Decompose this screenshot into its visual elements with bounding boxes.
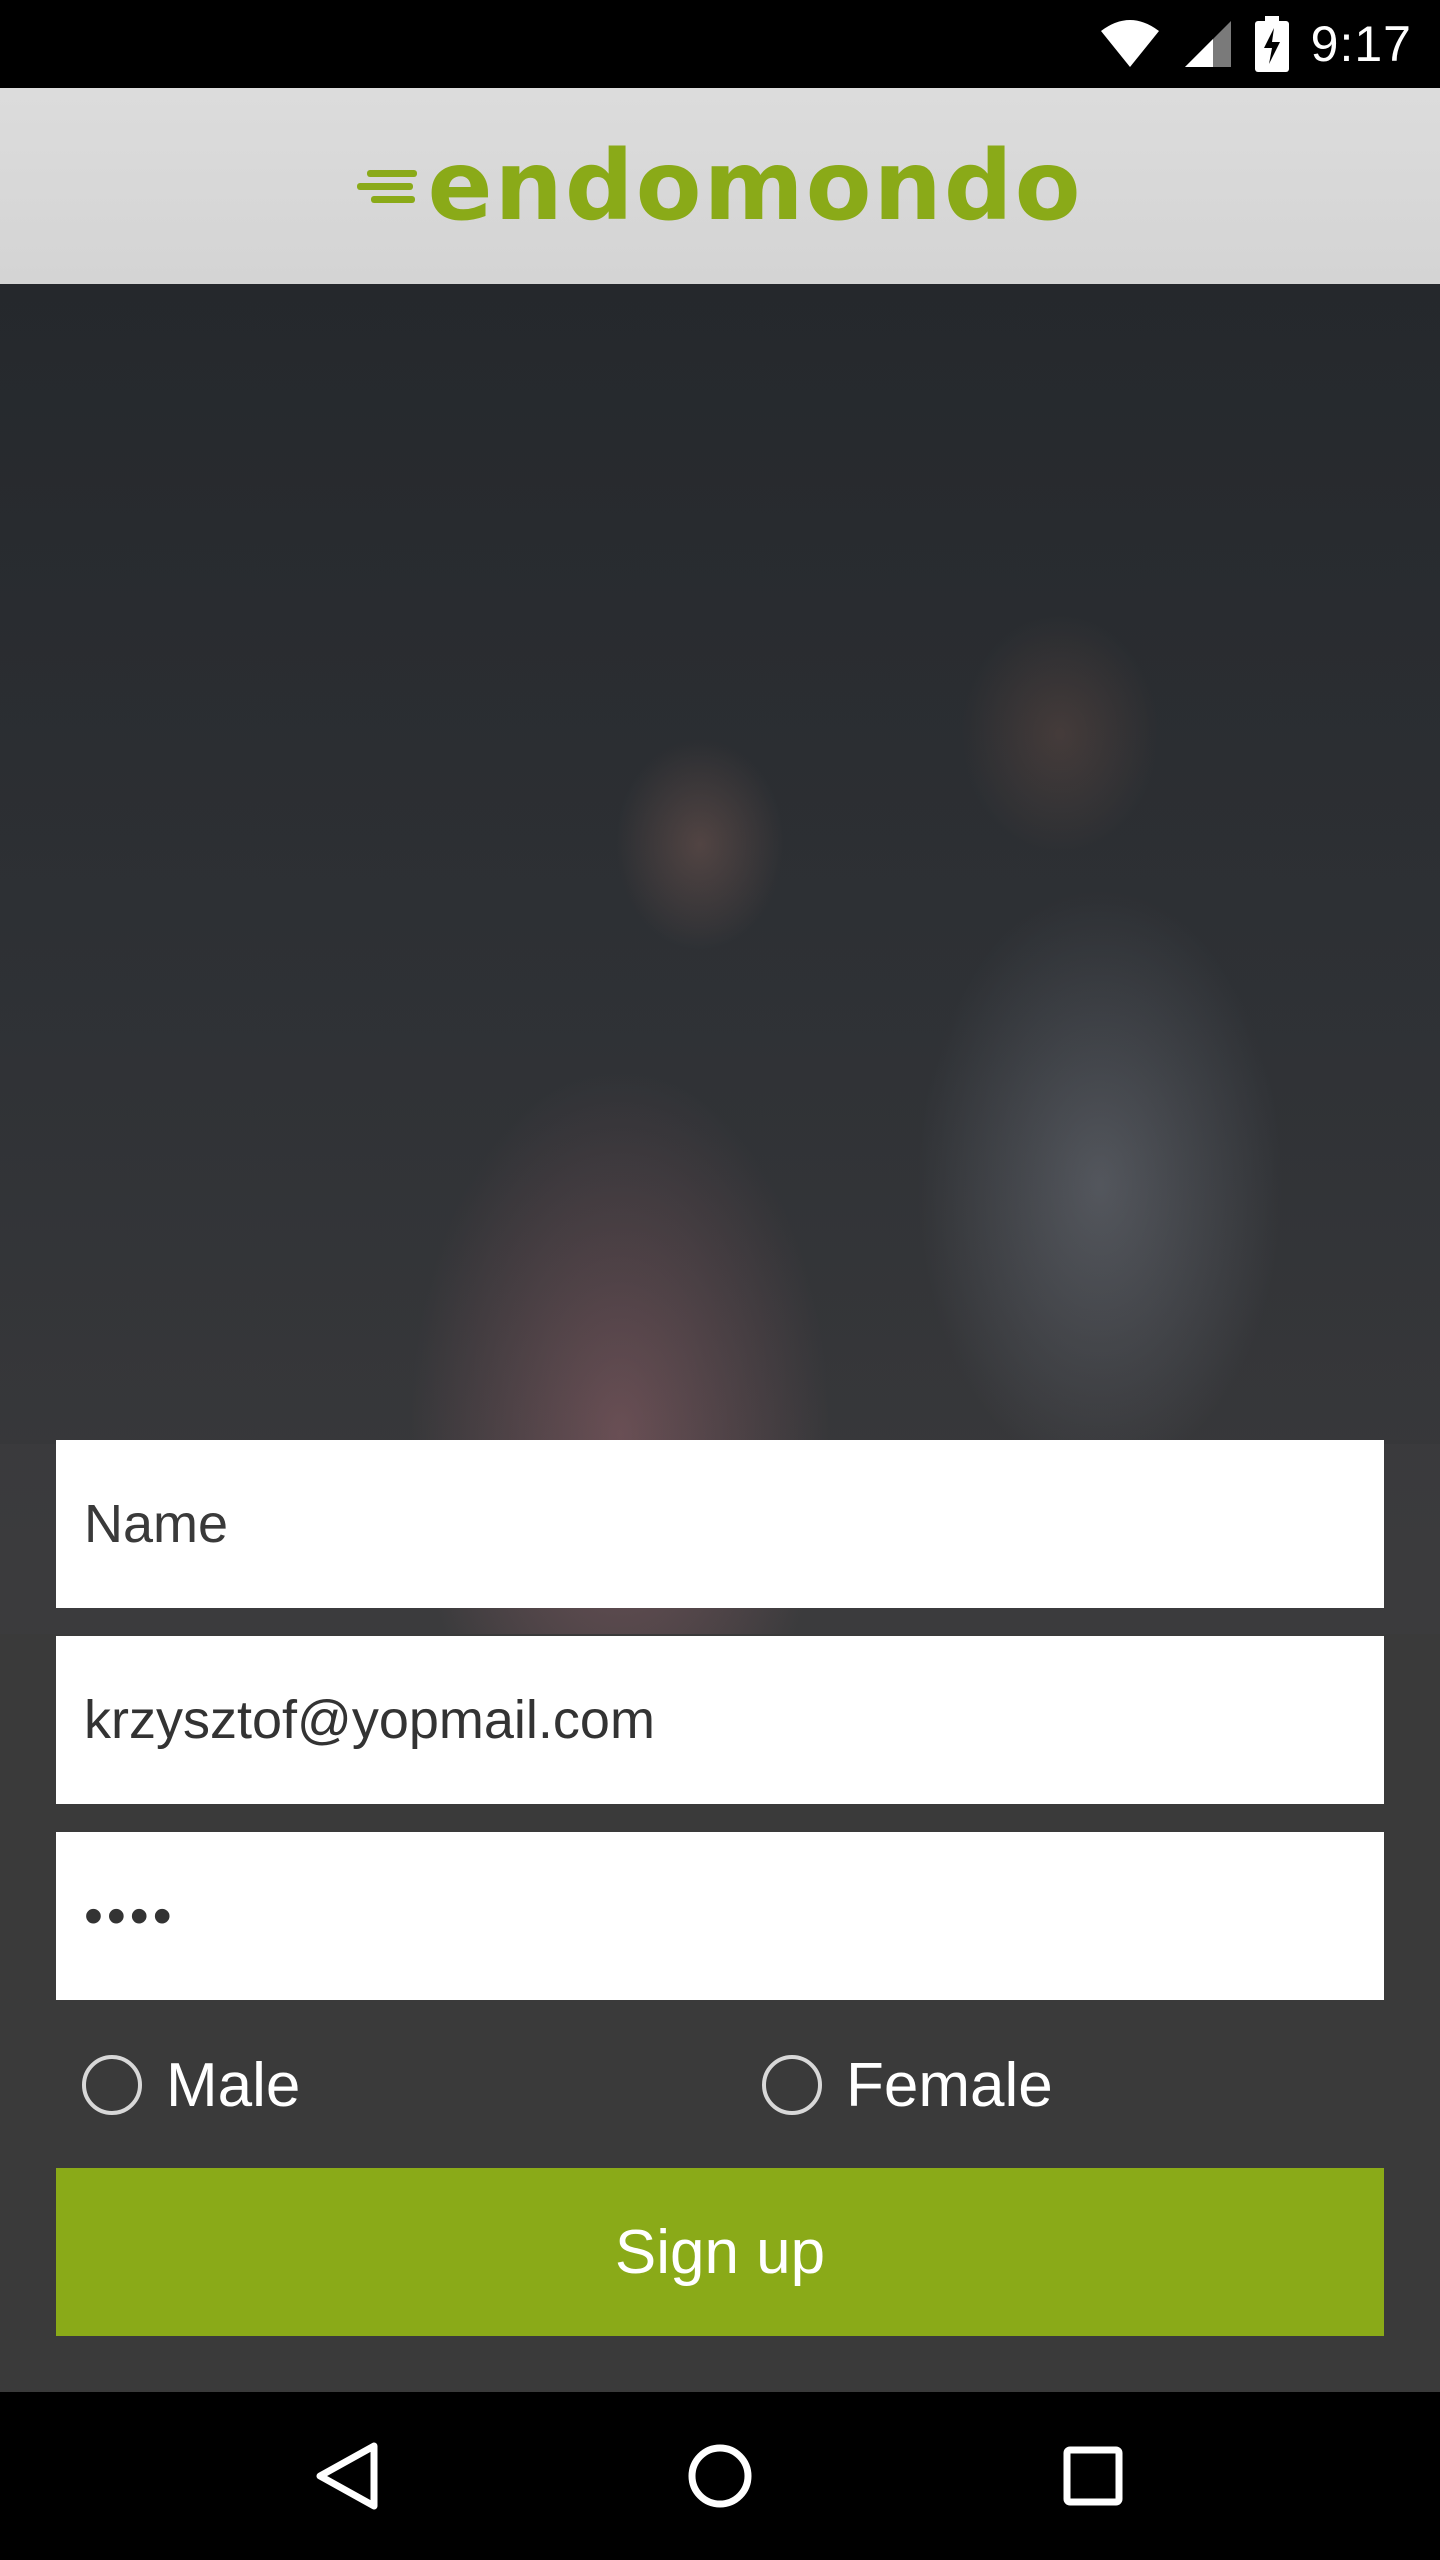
- radio-male-label: Male: [166, 2050, 301, 2120]
- home-button[interactable]: [660, 2416, 780, 2536]
- radio-female-label: Female: [846, 2050, 1053, 2120]
- wifi-icon: [1100, 20, 1159, 67]
- radio-male-circle[interactable]: [82, 2055, 142, 2115]
- hero-shade: [0, 284, 1440, 1444]
- name-placeholder: Name: [84, 1494, 229, 1554]
- radio-male[interactable]: Male: [56, 2050, 736, 2121]
- password-field[interactable]: ••••: [56, 1832, 1384, 2000]
- signup-screen: 9:17 endomondo Name krzysztof@yopmail.co…: [0, 0, 1440, 2560]
- back-icon: [316, 2442, 378, 2510]
- back-button[interactable]: [287, 2416, 407, 2536]
- signup-button-label: Sign up: [614, 2217, 826, 2287]
- cellular-signal-icon: [1184, 21, 1231, 67]
- password-value: ••••: [84, 1886, 176, 1946]
- name-field[interactable]: Name: [56, 1440, 1384, 1608]
- clock: 9:17: [1310, 16, 1412, 72]
- email-field[interactable]: krzysztof@yopmail.com: [56, 1636, 1384, 1804]
- radio-female-circle[interactable]: [762, 2055, 822, 2115]
- logo-text: endomondo: [427, 130, 1083, 242]
- signup-button[interactable]: Sign up: [56, 2168, 1384, 2336]
- email-value: krzysztof@yopmail.com: [84, 1690, 655, 1750]
- app-header: endomondo: [0, 88, 1440, 284]
- endomondo-logo: endomondo: [357, 130, 1082, 242]
- speed-lines-icon: [357, 170, 418, 203]
- recents-button[interactable]: [1033, 2416, 1153, 2536]
- gender-radio-group: Male Female: [56, 2030, 1384, 2140]
- status-bar: 9:17: [0, 0, 1440, 88]
- navigation-bar: [0, 2392, 1440, 2560]
- home-icon: [688, 2444, 752, 2508]
- recents-icon: [1063, 2446, 1123, 2506]
- radio-female[interactable]: Female: [736, 2050, 1053, 2121]
- battery-charging-icon: [1254, 16, 1289, 72]
